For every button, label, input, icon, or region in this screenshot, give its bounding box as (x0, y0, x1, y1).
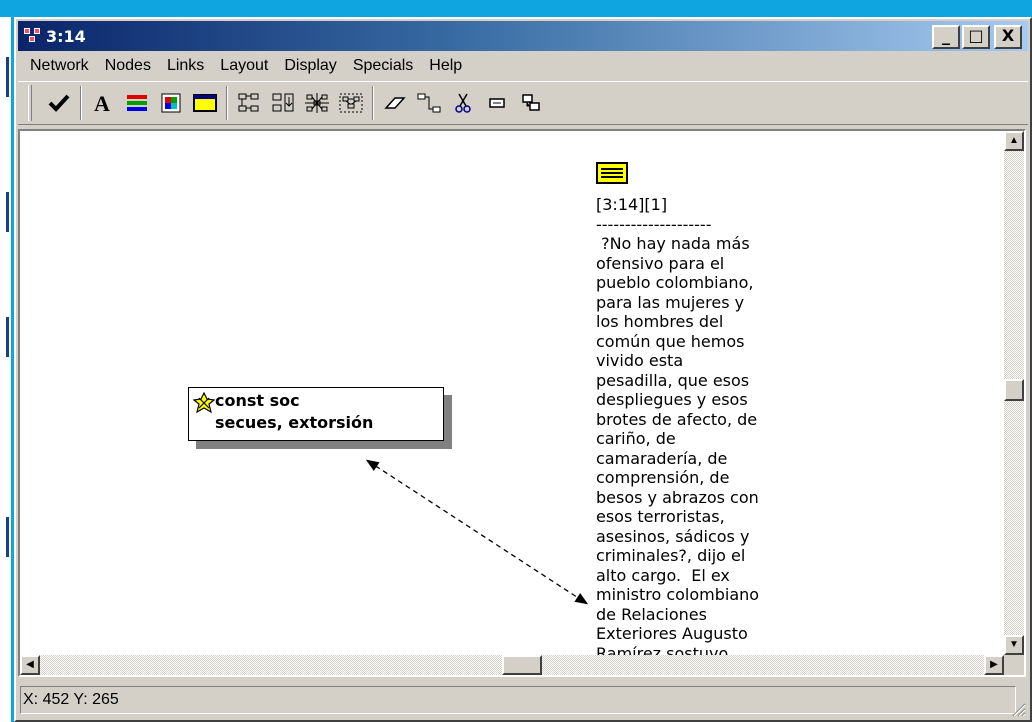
memo-note-icon[interactable] (596, 160, 630, 186)
toolbar-separator (372, 86, 374, 120)
scroll-right-button[interactable]: ▶ (984, 655, 1004, 675)
color-palette-icon[interactable] (154, 86, 188, 120)
window-title: 3:14 (46, 26, 86, 46)
scroll-up-button[interactable]: ▲ (1004, 131, 1024, 151)
resize-grip-icon[interactable] (1010, 701, 1026, 717)
network-canvas[interactable]: const soc secues, extorsión [3:14][1] --… (20, 131, 1004, 655)
status-bar: X: 452 Y: 265 (18, 681, 1028, 719)
memo-quotation-text: [3:14][1] -------------------- ?No hay n… (596, 195, 760, 655)
code-node-icon (193, 392, 215, 414)
cut-icon[interactable] (446, 86, 480, 120)
menu-links[interactable]: Links (159, 57, 212, 75)
cursor-coordinates: X: 452 Y: 265 (20, 686, 1016, 714)
window-controls: _ □ X (932, 25, 1022, 49)
svg-text:A: A (94, 92, 110, 114)
import-icon[interactable] (266, 86, 300, 120)
menu-display[interactable]: Display (276, 57, 344, 75)
network-editor-window: 3:14 _ □ X Network Nodes Links Layout Di… (14, 17, 1032, 722)
font-icon[interactable]: A (86, 86, 120, 120)
comment-icon[interactable] (480, 86, 514, 120)
yellow-rectangle-icon[interactable] (188, 86, 222, 120)
menu-network[interactable]: Network (22, 57, 97, 75)
eraser-icon[interactable] (378, 86, 412, 120)
vertical-scrollbar[interactable]: ▲ ▼ (1004, 131, 1024, 655)
vertical-scroll-thumb[interactable] (1004, 379, 1024, 401)
menu-specials[interactable]: Specials (345, 57, 421, 75)
layout-tree-icon[interactable] (232, 86, 266, 120)
menu-layout[interactable]: Layout (212, 57, 276, 75)
scroll-corner (1004, 655, 1024, 675)
close-button[interactable]: X (994, 25, 1022, 49)
relation-link[interactable] (20, 131, 1004, 655)
network-view: const soc secues, extorsión [3:14][1] --… (18, 129, 1026, 677)
menu-help[interactable]: Help (421, 57, 470, 75)
hierarchy-icon[interactable] (514, 86, 548, 120)
network-icon[interactable] (300, 86, 334, 120)
background-window-edge (0, 17, 14, 722)
color-bars-icon[interactable] (120, 86, 154, 120)
menu-bar: Network Nodes Links Layout Display Speci… (18, 53, 1028, 79)
title-bar[interactable]: 3:14 _ □ X (18, 21, 1028, 51)
scroll-left-button[interactable]: ◀ (20, 655, 40, 675)
toolbar-separator (80, 86, 82, 120)
horizontal-scroll-thumb[interactable] (502, 655, 542, 675)
horizontal-scrollbar[interactable]: ◀ ▶ (20, 655, 1004, 675)
expand-network-icon[interactable] (334, 86, 368, 120)
toolbar: A (18, 81, 1028, 125)
minimize-button[interactable]: _ (932, 25, 960, 49)
toolbar-separator (226, 86, 228, 120)
checkmark-icon[interactable] (42, 86, 76, 120)
scroll-down-button[interactable]: ▼ (1004, 635, 1024, 655)
link-icon[interactable] (412, 86, 446, 120)
menu-nodes[interactable]: Nodes (97, 57, 159, 75)
code-node[interactable]: const soc secues, extorsión (188, 387, 444, 441)
toolbar-grip[interactable] (28, 85, 32, 121)
network-app-icon (24, 28, 42, 44)
code-node-label: const soc secues, extorsión (215, 391, 374, 432)
maximize-button[interactable]: □ (962, 25, 990, 49)
